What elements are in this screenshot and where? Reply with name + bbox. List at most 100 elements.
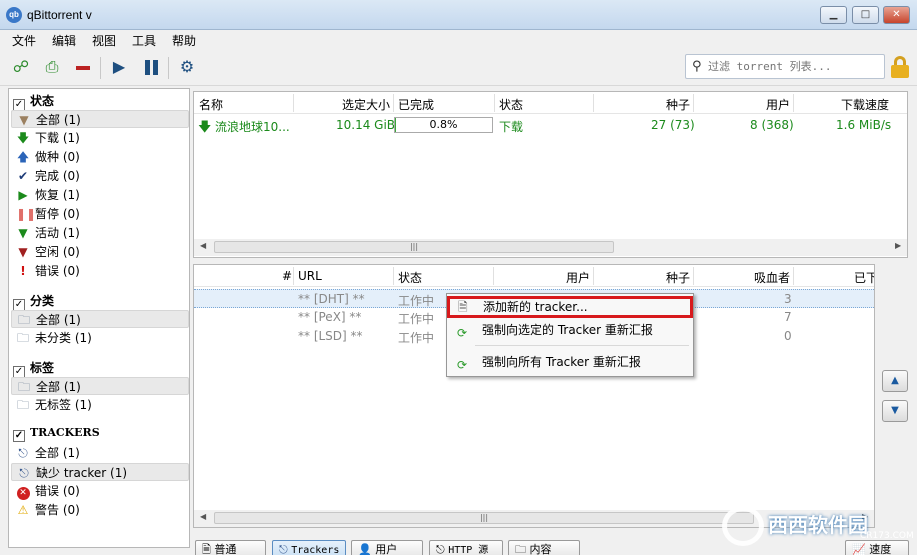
folder-icon: 🗀 bbox=[16, 398, 29, 412]
tab-peers[interactable]: 👤 用户 bbox=[351, 540, 423, 555]
tracker-item-trackerless[interactable]: ⎋ 缺少 tracker (1) bbox=[11, 463, 189, 481]
resume-icon[interactable]: ▶ bbox=[108, 57, 130, 77]
column-header-tracker-status[interactable]: 状态 bbox=[398, 269, 422, 286]
category-item-uncategorized[interactable]: 🗀 未分类 (1) bbox=[11, 329, 189, 347]
tracker-status: 工作中 bbox=[398, 331, 435, 345]
column-header-name[interactable]: 名称 bbox=[199, 96, 223, 113]
menu-tools[interactable]: 工具 bbox=[132, 32, 156, 49]
categories-section-header[interactable]: ✓ 分类 bbox=[13, 292, 54, 311]
torrent-status: 下载 bbox=[499, 120, 524, 134]
move-down-button[interactable]: ▼ bbox=[882, 400, 908, 422]
column-header-progress[interactable]: 已完成 bbox=[398, 96, 434, 113]
status-item-paused[interactable]: ❚❚暂停 (0) bbox=[11, 205, 189, 223]
tracker-item-error[interactable]: ✕ 错误 (0) bbox=[11, 482, 189, 500]
scroll-thumb[interactable]: ||| bbox=[214, 512, 754, 524]
status-item-active[interactable]: ▼ 活动 (1) bbox=[11, 224, 189, 242]
add-file-icon[interactable]: ⎙ bbox=[41, 57, 63, 77]
tag-item-all[interactable]: 🗀 全部 (1) bbox=[11, 377, 189, 395]
column-divider[interactable] bbox=[393, 267, 394, 285]
column-header-seeds[interactable]: 种子 bbox=[666, 96, 690, 113]
maximize-button[interactable]: □ bbox=[852, 6, 879, 24]
column-header-dl-speed[interactable]: 下载速度 bbox=[841, 96, 889, 113]
column-header-peers[interactable]: 用户 bbox=[766, 96, 790, 113]
scroll-left-icon[interactable]: ◀ bbox=[200, 512, 206, 521]
menu-edit[interactable]: 编辑 bbox=[52, 32, 76, 49]
tracker-item-label: 缺少 tracker (1) bbox=[36, 466, 128, 480]
tag-item-label: 全部 (1) bbox=[36, 380, 81, 394]
column-divider[interactable] bbox=[693, 267, 694, 285]
tab-label: 用户 bbox=[375, 543, 398, 555]
category-item-all[interactable]: 🗀 全部 (1) bbox=[11, 310, 189, 328]
column-header-url[interactable]: URL bbox=[298, 269, 322, 283]
lock-icon[interactable] bbox=[891, 56, 909, 78]
refresh-icon: ⟳ bbox=[457, 358, 468, 372]
menu-item-reannounce-all[interactable]: ⟳ 强制向所有 Tracker 重新汇报 bbox=[449, 351, 691, 373]
status-item-all[interactable]: ▼ 全部 (1) bbox=[11, 110, 189, 128]
tab-http-sources[interactable]: ⎋ HTTP 源 bbox=[429, 540, 503, 555]
torrent-list-hscrollbar[interactable]: ◀ ||| ▶ bbox=[194, 239, 907, 256]
column-divider[interactable] bbox=[293, 267, 294, 285]
column-divider[interactable] bbox=[793, 267, 794, 285]
status-item-label: 下载 (1) bbox=[35, 131, 80, 145]
status-section-header[interactable]: ✓ 状态 bbox=[13, 92, 54, 111]
play-icon: ▶ bbox=[18, 188, 28, 202]
tracker-url: ** [LSD] ** bbox=[298, 329, 363, 343]
column-divider[interactable] bbox=[593, 94, 594, 112]
tracker-leechers: 7 bbox=[784, 310, 792, 324]
menu-file[interactable]: 文件 bbox=[12, 32, 36, 49]
pause-icon[interactable] bbox=[140, 57, 162, 77]
scroll-left-icon[interactable]: ◀ bbox=[200, 241, 206, 250]
trackers-checkbox[interactable]: ✓ bbox=[13, 430, 25, 442]
column-header-index[interactable]: # bbox=[282, 269, 292, 283]
search-input[interactable] bbox=[708, 58, 882, 75]
tab-general[interactable]: 🗎 普通 bbox=[195, 540, 266, 555]
move-up-button[interactable]: ▲ bbox=[882, 370, 908, 392]
tracker-icon: ⎋ bbox=[18, 446, 28, 460]
column-header-size[interactable]: 选定大小 bbox=[342, 96, 390, 113]
status-item-completed[interactable]: ✔ 完成 (0) bbox=[11, 167, 189, 185]
status-item-resumed[interactable]: ▶ 恢复 (1) bbox=[11, 186, 189, 204]
tag-item-untagged[interactable]: 🗀 无标签 (1) bbox=[11, 396, 189, 414]
column-header-downloaded[interactable]: 已下 bbox=[854, 269, 874, 286]
status-item-downloading[interactable]: 🡇 下载 (1) bbox=[11, 129, 189, 147]
column-header-leechers[interactable]: 吸血者 bbox=[754, 269, 790, 286]
progress-fill bbox=[395, 118, 396, 132]
category-item-label: 未分类 (1) bbox=[35, 331, 92, 345]
menu-item-add-tracker[interactable]: 🗎 添加新的 tracker... bbox=[447, 296, 693, 318]
scroll-thumb[interactable]: ||| bbox=[214, 241, 614, 253]
menu-item-reannounce-selected[interactable]: ⟳ 强制向选定的 Tracker 重新汇报 bbox=[449, 319, 691, 341]
tracker-item-warning[interactable]: ⚠ 警告 (0) bbox=[11, 501, 189, 519]
tab-trackers[interactable]: ⎋ Trackers bbox=[272, 540, 346, 555]
column-divider[interactable] bbox=[293, 94, 294, 112]
close-button[interactable]: ✕ bbox=[883, 6, 910, 24]
status-item-seeding[interactable]: 🡅 做种 (0) bbox=[11, 148, 189, 166]
column-divider[interactable] bbox=[693, 94, 694, 112]
torrent-row[interactable]: 🡇 流浪地球10... 10.14 GiB 0.8% 下载 27 (73) 8 … bbox=[194, 115, 907, 135]
column-divider[interactable] bbox=[493, 267, 494, 285]
scroll-right-icon[interactable]: ▶ bbox=[895, 241, 901, 250]
column-divider[interactable] bbox=[494, 94, 495, 112]
tracker-item-all[interactable]: ⎋ 全部 (1) bbox=[11, 444, 189, 462]
tab-content[interactable]: 🗀 内容 bbox=[508, 540, 580, 555]
search-box[interactable]: ⚲ bbox=[685, 54, 885, 79]
remove-icon[interactable] bbox=[72, 57, 94, 77]
column-divider[interactable] bbox=[393, 94, 394, 112]
status-item-label: 错误 (0) bbox=[35, 264, 80, 278]
column-divider[interactable] bbox=[793, 94, 794, 112]
minimize-button[interactable]: ▁ bbox=[820, 6, 847, 24]
column-divider[interactable] bbox=[593, 267, 594, 285]
tags-section-header[interactable]: ✓ 标签 bbox=[13, 359, 54, 378]
refresh-icon: ⟳ bbox=[457, 326, 468, 340]
progress-text: 0.8% bbox=[429, 118, 458, 131]
column-header-status[interactable]: 状态 bbox=[499, 96, 523, 113]
add-link-icon[interactable]: ☍ bbox=[10, 57, 32, 77]
column-header-tracker-seeds[interactable]: 种子 bbox=[666, 269, 690, 286]
menu-help[interactable]: 帮助 bbox=[172, 32, 196, 49]
status-item-inactive[interactable]: ▼ 空闲 (0) bbox=[11, 243, 189, 261]
menu-view[interactable]: 视图 bbox=[92, 32, 116, 49]
status-item-errored[interactable]: ! 错误 (0) bbox=[11, 262, 189, 280]
trackers-section-header[interactable]: ✓ TRACKERS bbox=[13, 426, 100, 444]
column-header-tracker-peers[interactable]: 用户 bbox=[566, 269, 590, 286]
gear-icon[interactable]: ⚙ bbox=[176, 57, 198, 77]
tab-speed[interactable]: 📈 速度 bbox=[845, 540, 909, 555]
